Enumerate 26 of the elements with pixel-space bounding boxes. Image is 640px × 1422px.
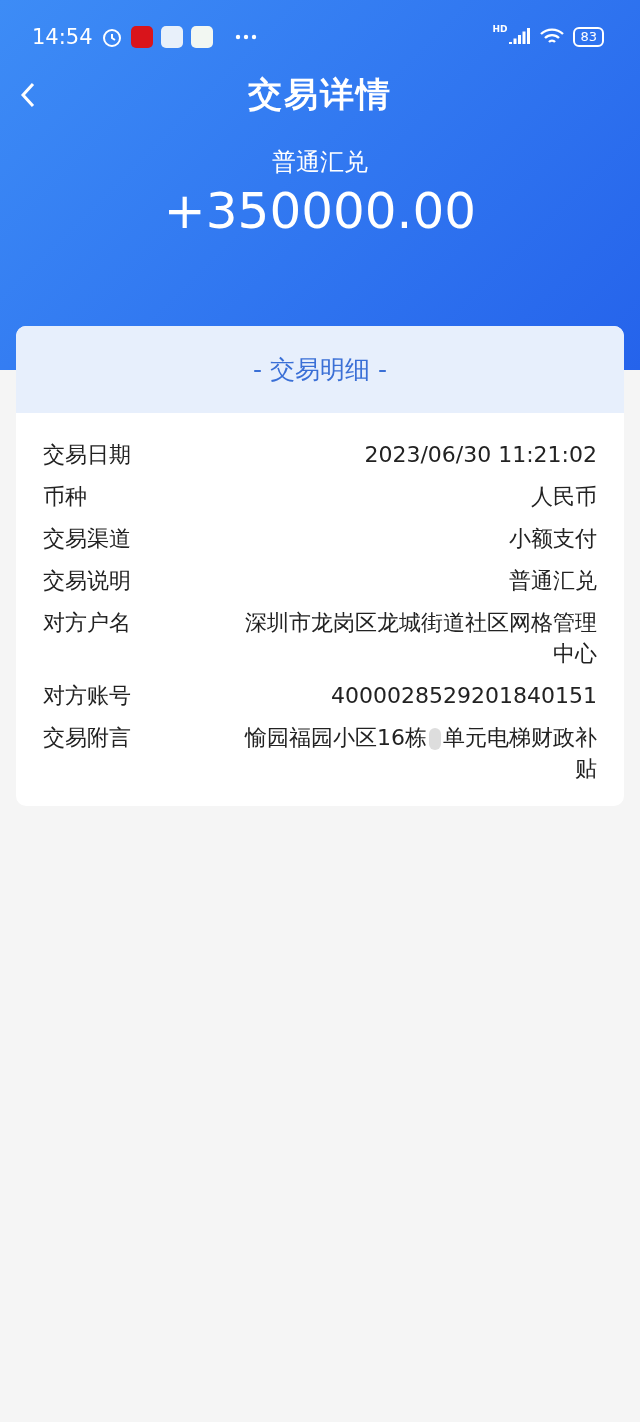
detail-label: 交易说明 (43, 567, 131, 595)
detail-value: 小额支付 (509, 525, 597, 553)
detail-label: 对方账号 (43, 682, 131, 710)
page-title: 交易详情 (248, 73, 392, 116)
detail-label: 交易日期 (43, 441, 131, 469)
detail-label: 交易渠道 (43, 525, 131, 553)
detail-value: 人民币 (531, 483, 597, 511)
transaction-amount: +350000.00 (162, 182, 478, 240)
card-title: - 交易明细 - (16, 326, 624, 413)
detail-label: 币种 (43, 483, 87, 511)
detail-value: 4000028529201840151 (331, 682, 597, 710)
detail-label: 对方户名 (43, 609, 131, 637)
status-time: 14:54 (32, 25, 93, 49)
signal-icon (509, 28, 532, 46)
detail-value: 2023/06/30 11:21:02 (364, 441, 597, 469)
back-icon[interactable] (20, 82, 36, 108)
battery-level: 83 (573, 27, 604, 47)
detail-value: 愉园福园小区16栋 单元电梯财政补贴 (243, 724, 597, 783)
detail-value: 深圳市龙岗区龙城街道社区网格管理中心 (244, 609, 597, 668)
more-icon (234, 34, 257, 40)
transaction-type: 普通汇兑 (271, 147, 369, 178)
alarm-clock-icon (100, 26, 123, 48)
app-notification-icon (130, 26, 153, 48)
network-label: HD (492, 24, 508, 34)
detail-value: 普通汇兑 (509, 567, 597, 595)
detail-label: 交易附言 (43, 724, 131, 752)
